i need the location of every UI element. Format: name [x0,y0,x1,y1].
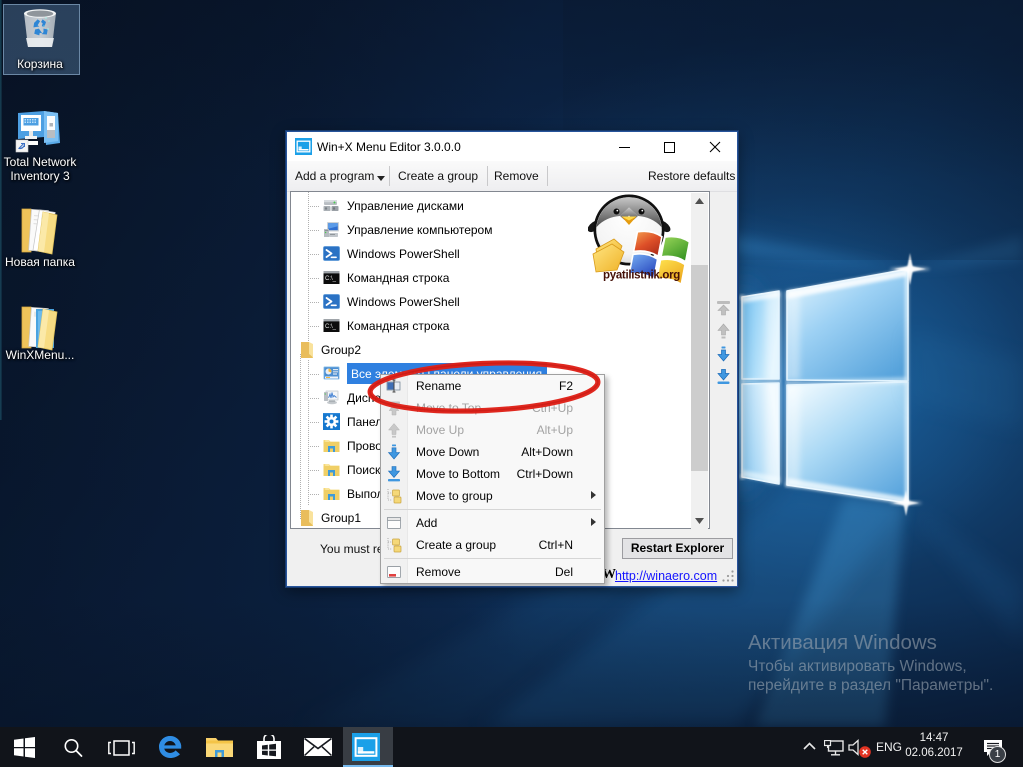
svg-text:C:\_: C:\_ [325,324,337,330]
svg-text:C:\_: C:\_ [325,276,337,282]
svg-text:pyatilistnik.org: pyatilistnik.org [603,270,680,282]
